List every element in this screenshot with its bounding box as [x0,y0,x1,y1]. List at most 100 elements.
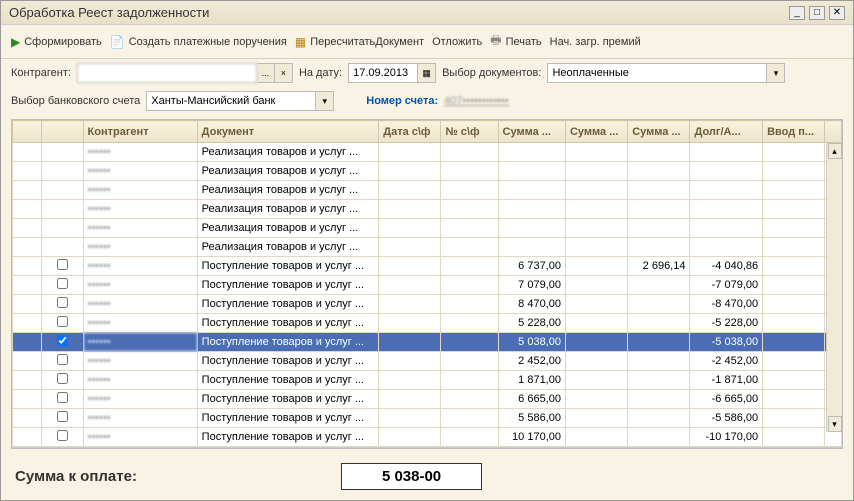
row-checkbox-cell[interactable] [42,314,84,333]
premiums-button[interactable]: Нач. загр. премий [550,36,641,48]
doc-selection-input[interactable] [547,63,767,83]
postpone-button[interactable]: Отложить [432,36,482,48]
table-row[interactable]: ••••••Поступление товаров и услуг ...2 4… [13,352,842,371]
row-marker [13,409,42,428]
col-sum1[interactable]: Сумма ... [498,121,565,143]
print-button[interactable]: 🖶 Печать [490,31,541,52]
horizontal-scrollbar[interactable]: ◂ ▸ [12,447,842,449]
row-checkbox-cell[interactable] [42,333,84,352]
row-checkbox-cell[interactable] [42,352,84,371]
scroll-left-button[interactable]: ◂ [12,448,28,449]
maximize-button[interactable]: □ [809,6,825,20]
row-number [441,257,498,276]
table-row[interactable]: ••••••Реализация товаров и услуг ... [13,143,842,162]
row-checkbox-cell[interactable] [42,219,84,238]
account-link[interactable]: 407•••••••••••• [444,95,509,107]
row-sum3 [628,276,690,295]
row-sum1 [498,181,565,200]
row-checkbox[interactable] [57,297,68,308]
form-button[interactable]: ▶ Сформировать [11,35,102,49]
scroll-down-button[interactable]: ▾ [828,416,842,432]
recalc-button[interactable]: ▦ ПересчитатьДокумент [295,35,424,49]
row-contractor: •••••• [83,390,197,409]
row-checkbox-cell[interactable] [42,295,84,314]
row-checkbox[interactable] [57,373,68,384]
row-number [441,371,498,390]
vertical-scrollbar[interactable]: ▴ ▾ [826,143,842,432]
row-checkbox-cell[interactable] [42,162,84,181]
table-row[interactable]: ••••••Поступление товаров и услуг ...5 5… [13,409,842,428]
row-date [379,390,441,409]
date-picker-button[interactable]: ▦ [418,63,436,83]
row-number [441,143,498,162]
scroll-right-button[interactable]: ▸ [826,448,842,449]
row-date [379,428,441,447]
row-checkbox[interactable] [57,278,68,289]
row-checkbox[interactable] [57,430,68,441]
contractor-clear-button[interactable]: × [275,63,293,83]
col-sum2[interactable]: Сумма ... [565,121,627,143]
table-row[interactable]: ••••••Реализация товаров и услуг ... [13,162,842,181]
print-icon: 🖶 [490,31,501,52]
table-row[interactable]: ••••••Поступление товаров и услуг ...1 8… [13,371,842,390]
col-check[interactable] [42,121,84,143]
row-checkbox[interactable] [57,354,68,365]
table-row[interactable]: ••••••Поступление товаров и услуг ...10 … [13,428,842,447]
row-checkbox[interactable] [57,335,68,346]
scroll-up-button[interactable]: ▴ [828,143,842,159]
row-checkbox-cell[interactable] [42,238,84,257]
row-contractor: •••••• [83,143,197,162]
row-checkbox-cell[interactable] [42,257,84,276]
contractor-input[interactable] [77,63,257,83]
row-checkbox-cell[interactable] [42,200,84,219]
bank-dropdown-button[interactable]: ▾ [316,91,334,111]
row-checkbox-cell[interactable] [42,181,84,200]
row-checkbox-cell[interactable] [42,409,84,428]
col-contractor[interactable]: Контрагент [83,121,197,143]
row-sum2 [565,181,627,200]
row-checkbox-cell[interactable] [42,371,84,390]
col-marker[interactable] [13,121,42,143]
footer: Сумма к оплате: 5 038-00 [1,453,853,500]
table-row[interactable]: ••••••Поступление товаров и услуг ...6 7… [13,257,842,276]
row-sum3 [628,162,690,181]
table-row[interactable]: ••••••Поступление товаров и услуг ...8 4… [13,295,842,314]
row-checkbox-cell[interactable] [42,276,84,295]
table-row[interactable]: ••••••Реализация товаров и услуг ... [13,238,842,257]
col-debt[interactable]: Долг/А... [690,121,763,143]
row-sum1 [498,200,565,219]
close-button[interactable]: ✕ [829,6,845,20]
row-checkbox[interactable] [57,411,68,422]
doc-selection-dropdown-button[interactable]: ▾ [767,63,785,83]
row-checkbox-cell[interactable] [42,143,84,162]
row-checkbox[interactable] [57,392,68,403]
table-row[interactable]: ••••••Реализация товаров и услуг ... [13,219,842,238]
col-input[interactable]: Ввод п... [763,121,825,143]
row-date [379,276,441,295]
row-input [763,333,825,352]
minimize-button[interactable]: _ [789,6,805,20]
row-checkbox[interactable] [57,316,68,327]
date-input[interactable] [348,63,418,83]
contractor-select-button[interactable]: ... [257,63,275,83]
row-checkbox[interactable] [57,259,68,270]
row-contractor: •••••• [83,162,197,181]
row-checkbox-cell[interactable] [42,390,84,409]
table-row[interactable]: ••••••Поступление товаров и услуг ...5 2… [13,314,842,333]
doc-selection-label: Выбор документов: [442,67,541,79]
row-checkbox-cell[interactable] [42,428,84,447]
table-row[interactable]: ••••••Поступление товаров и услуг ...6 6… [13,390,842,409]
col-date[interactable]: Дата с\ф [379,121,441,143]
col-document[interactable]: Документ [197,121,379,143]
col-sum3[interactable]: Сумма ... [628,121,690,143]
table-row[interactable]: ••••••Реализация товаров и услуг ... [13,181,842,200]
table-row[interactable]: ••••••Поступление товаров и услуг ...7 0… [13,276,842,295]
bank-input[interactable] [146,91,316,111]
create-payments-button[interactable]: 📄 Создать платежные поручения [110,35,287,49]
row-document: Реализация товаров и услуг ... [197,181,379,200]
col-number[interactable]: № с\ф [441,121,498,143]
table-row[interactable]: ••••••Поступление товаров и услуг ...5 0… [13,333,842,352]
row-sum2 [565,238,627,257]
table-row[interactable]: ••••••Реализация товаров и услуг ... [13,200,842,219]
scroll-track[interactable] [28,448,826,449]
